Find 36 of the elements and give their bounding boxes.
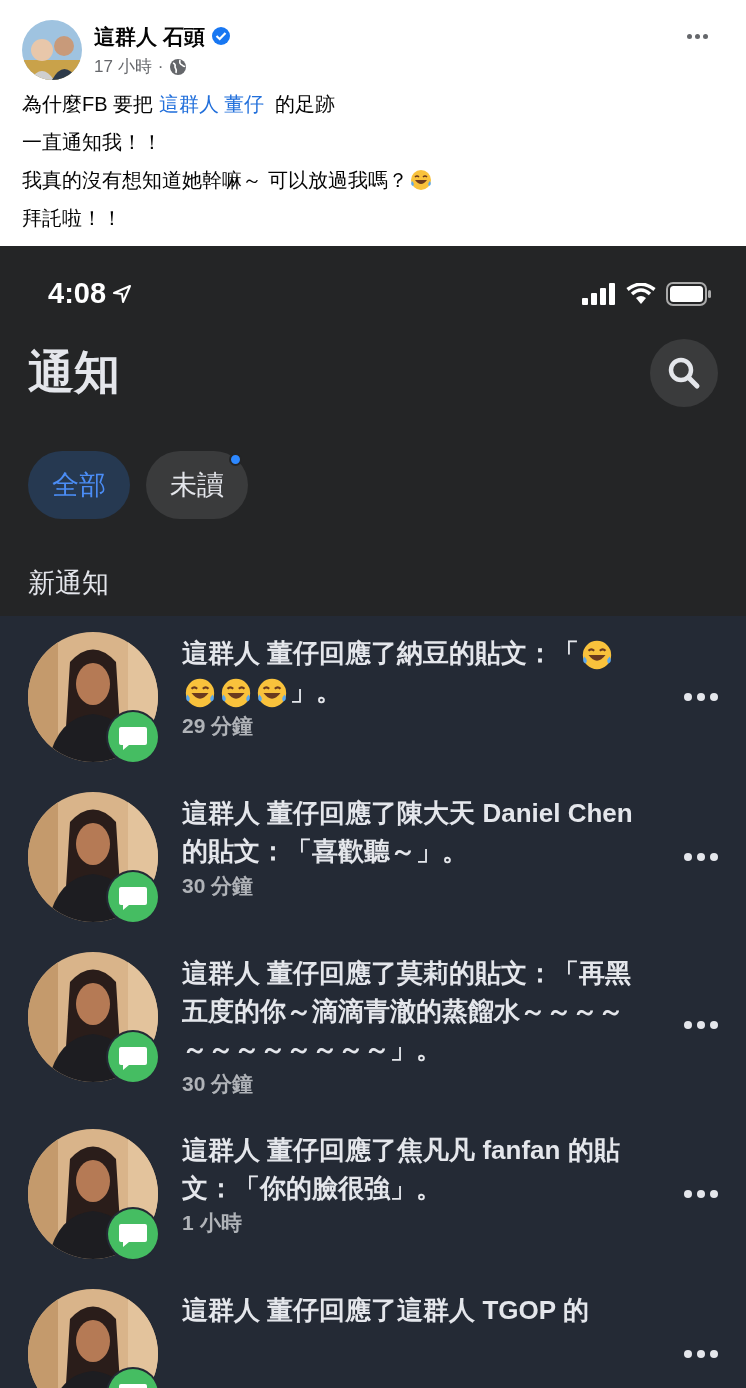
wifi-icon: [626, 283, 656, 305]
notification-text: 這群人 董仔回應了納豆的貼文：「 」。: [182, 633, 634, 710]
signal-icon: [582, 283, 616, 305]
more-options-button[interactable]: [684, 692, 718, 701]
notification-time: 1 小時: [182, 1210, 243, 1236]
notification-time: 29 分鐘: [182, 712, 255, 739]
notification-text: 這群人 董仔回應了陳大天 Daniel Chen 的貼文：「喜歡聽～」。: [182, 796, 634, 868]
more-options-button[interactable]: [687, 34, 708, 39]
post-text: 的足跡: [274, 92, 336, 117]
notification-time: 30 分鐘: [182, 872, 255, 899]
post-text: 拜託啦！！: [22, 206, 122, 231]
tagged-name-link[interactable]: 這群人 董仔: [158, 90, 265, 118]
more-options-button[interactable]: [684, 1190, 718, 1198]
page-title: 通知: [28, 345, 120, 400]
notification-text: 這群人 董仔回應了焦凡凡 fanfan 的貼文：「你的臉很強」。: [182, 1134, 621, 1205]
notification-time: 30 分鐘: [182, 1070, 255, 1097]
notification-text: 這群人 董仔回應了這群人 TGOP 的: [182, 1294, 591, 1327]
notification-text: 這群人 董仔回應了莫莉的貼文：「再黑五度的你～滴滴青澈的蒸餾水～～～～～～～～～～～～」。: [182, 956, 633, 1066]
more-options-button[interactable]: [684, 1350, 718, 1358]
section-title: 新通知: [28, 567, 110, 600]
status-time: 4:08: [48, 276, 107, 312]
more-options-button[interactable]: [684, 1021, 718, 1030]
separator-dot: ·: [157, 56, 164, 78]
post-text: 我真的沒有想知道她幹嘛～ 可以放過我嗎？: [22, 168, 408, 193]
filter-tab[interactable]: 全部: [28, 451, 130, 519]
battery-icon: [666, 282, 712, 306]
globe-icon: [169, 57, 188, 76]
post-text: 一直通知我！！: [22, 130, 162, 155]
post-time[interactable]: 17 小時: [94, 54, 152, 80]
location-arrow-icon: [112, 284, 133, 304]
more-options-button[interactable]: [684, 852, 718, 861]
post-text: 為什麼FB 要把: [22, 92, 155, 117]
author-avatar[interactable]: [22, 20, 82, 80]
filter-tab[interactable]: 未讀: [146, 451, 248, 519]
laughing-emoji-icon: [408, 168, 433, 192]
author-name[interactable]: 這群人 石頭: [94, 20, 205, 52]
